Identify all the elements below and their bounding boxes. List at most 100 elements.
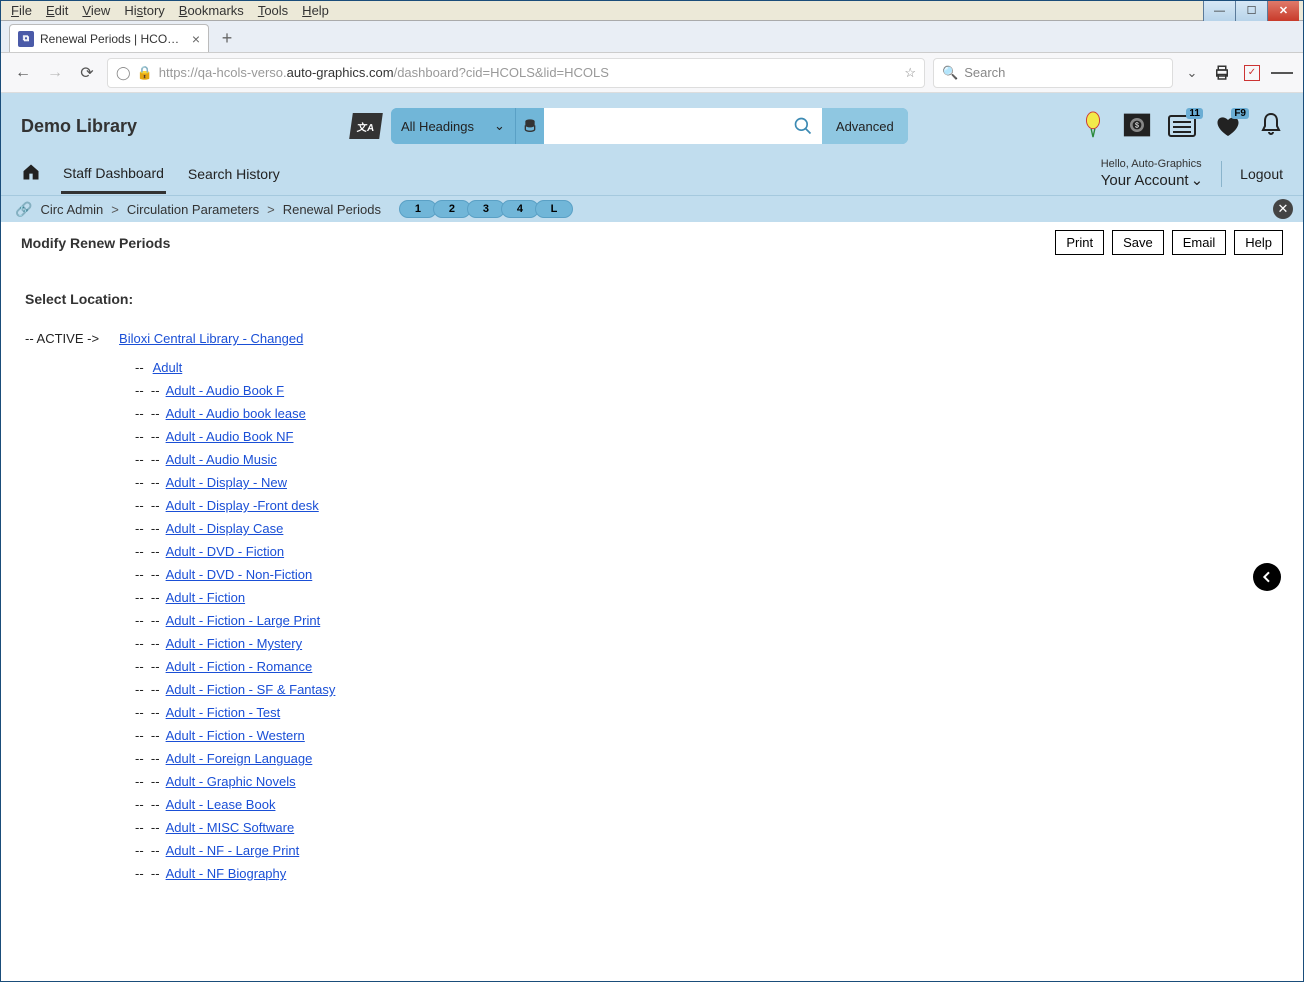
location-link[interactable]: Adult - Audio Music [166, 452, 277, 467]
location-link[interactable]: Adult - DVD - Fiction [166, 544, 284, 559]
location-link[interactable]: Adult - Fiction - Romance [166, 659, 313, 674]
menu-file[interactable]: File [5, 2, 38, 19]
location-link[interactable]: Adult - Fiction - Western [166, 728, 305, 743]
nav-staff-dashboard[interactable]: Staff Dashboard [61, 155, 166, 194]
location-link[interactable]: Adult - Fiction - SF & Fantasy [166, 682, 336, 697]
location-link[interactable]: Adult - NF - Large Print [166, 843, 300, 858]
svg-text:$: $ [1135, 122, 1139, 129]
database-icon[interactable] [516, 108, 544, 144]
location-item: -- --Adult - Fiction - SF & Fantasy [119, 678, 1279, 701]
menu-view[interactable]: View [76, 2, 116, 19]
menu-history[interactable]: History [118, 2, 170, 19]
location-link-adult[interactable]: Adult [153, 360, 183, 375]
news-list-icon[interactable]: 11 [1167, 112, 1197, 140]
email-button[interactable]: Email [1172, 230, 1227, 255]
location-item: -- --Adult - Fiction - Mystery [119, 632, 1279, 655]
new-tab-button[interactable]: + [215, 26, 239, 50]
close-panel-icon[interactable]: ✕ [1273, 199, 1293, 219]
menu-help[interactable]: Help [296, 2, 335, 19]
location-item: -- --Adult - Fiction - Test [119, 701, 1279, 724]
location-link[interactable]: Adult - Fiction - Mystery [166, 636, 303, 651]
save-button[interactable]: Save [1112, 230, 1164, 255]
lock-icon[interactable]: 🔒 [137, 65, 153, 81]
browser-tabstrip: ⧉ Renewal Periods | HCOLS | hcol × + [1, 21, 1303, 53]
browser-search-box[interactable]: 🔍 Search [933, 58, 1173, 88]
chevron-down-icon: ⌄ [494, 118, 505, 134]
root-location-link[interactable]: Biloxi Central Library - Changed [119, 331, 303, 346]
step-pill-2[interactable]: 2 [433, 200, 471, 218]
tab-favicon-icon: ⧉ [18, 31, 34, 47]
catalog-search-input[interactable] [544, 108, 784, 144]
pocket-icon[interactable]: ⌄ [1181, 62, 1203, 84]
location-item: -- --Adult - Audio book lease [119, 402, 1279, 425]
help-button[interactable]: Help [1234, 230, 1283, 255]
step-pill-1[interactable]: 1 [399, 200, 437, 218]
menu-tools[interactable]: Tools [252, 2, 294, 19]
url-text: https://qa-hcols-verso.auto-graphics.com… [159, 65, 899, 80]
step-pill-4[interactable]: 4 [501, 200, 539, 218]
logout-link[interactable]: Logout [1240, 166, 1283, 182]
location-link[interactable]: Adult - Lease Book [166, 797, 276, 812]
breadcrumb-circ-admin[interactable]: Circ Admin [40, 202, 103, 217]
side-panel-toggle-icon[interactable] [1253, 563, 1281, 591]
window-minimize-button[interactable]: — [1203, 1, 1235, 21]
scan-coin-icon[interactable]: $ [1123, 111, 1151, 142]
content-scroll-area[interactable]: Select Location: -- ACTIVE -> Biloxi Cen… [1, 263, 1303, 981]
location-link[interactable]: Adult - Display Case [166, 521, 284, 536]
print-icon[interactable] [1211, 62, 1233, 84]
language-icon[interactable]: 文A [349, 113, 383, 139]
page-header: Modify Renew Periods Print Save Email He… [1, 222, 1303, 263]
your-account-dropdown[interactable]: Your Account ⌄ [1101, 172, 1203, 190]
shield-icon[interactable]: ◯ [116, 65, 131, 81]
favorites-badge: F9 [1231, 108, 1249, 119]
tab-close-icon[interactable]: × [192, 31, 200, 47]
balloon-icon[interactable] [1079, 111, 1107, 142]
browser-tab[interactable]: ⧉ Renewal Periods | HCOLS | hcol × [9, 24, 209, 52]
location-link[interactable]: Adult - NF Biography [166, 866, 287, 881]
location-link[interactable]: Adult - Foreign Language [166, 751, 313, 766]
window-maximize-button[interactable]: ☐ [1235, 1, 1267, 21]
hamburger-menu-icon[interactable] [1271, 62, 1293, 84]
location-link[interactable]: Adult - Fiction - Large Print [166, 613, 321, 628]
location-item: -- --Adult - Audio Music [119, 448, 1279, 471]
location-link[interactable]: Adult - Graphic Novels [166, 774, 296, 789]
hello-text: Hello, Auto-Graphics [1101, 158, 1203, 171]
nav-reload-icon[interactable]: ⟳ [75, 61, 99, 85]
browser-toolbar: ← → ⟳ ◯ 🔒 https://qa-hcols-verso.auto-gr… [1, 53, 1303, 93]
location-link[interactable]: Adult - Fiction [166, 590, 245, 605]
window-close-button[interactable]: ✕ [1267, 1, 1299, 21]
nav-back-icon[interactable]: ← [11, 61, 35, 85]
headings-dropdown[interactable]: All Headings ⌄ [391, 108, 516, 144]
print-button[interactable]: Print [1055, 230, 1104, 255]
catalog-search-button[interactable] [784, 108, 822, 144]
location-link[interactable]: Adult - Audio Book NF [166, 429, 294, 444]
location-link[interactable]: Adult - MISC Software [166, 820, 295, 835]
url-bar[interactable]: ◯ 🔒 https://qa-hcols-verso.auto-graphics… [107, 58, 925, 88]
location-link[interactable]: Adult - Display -Front desk [166, 498, 319, 513]
step-pill-L[interactable]: L [535, 200, 573, 218]
location-link[interactable]: Adult - Audio book lease [166, 406, 306, 421]
bookmark-star-icon[interactable]: ☆ [904, 65, 916, 81]
favorites-heart-icon[interactable]: F9 [1213, 112, 1243, 140]
security-square-icon[interactable]: ✓ [1241, 62, 1263, 84]
location-item: -- --Adult - Audio Book NF [119, 425, 1279, 448]
breadcrumb-circulation-parameters[interactable]: Circulation Parameters [127, 202, 259, 217]
step-pill-3[interactable]: 3 [467, 200, 505, 218]
location-link[interactable]: Adult - DVD - Non-Fiction [166, 567, 313, 582]
notifications-bell-icon[interactable] [1259, 112, 1283, 141]
location-link[interactable]: Adult - Audio Book F [166, 383, 285, 398]
account-block: Hello, Auto-Graphics Your Account ⌄ [1101, 158, 1203, 189]
home-icon[interactable] [21, 162, 41, 187]
breadcrumb-renewal-periods[interactable]: Renewal Periods [283, 202, 381, 217]
location-list: -- Adult -- --Adult - Audio Book F-- --A… [119, 356, 1279, 885]
menu-bookmarks[interactable]: Bookmarks [173, 2, 250, 19]
location-link[interactable]: Adult - Fiction - Test [166, 705, 281, 720]
nav-search-history[interactable]: Search History [186, 156, 282, 192]
breadcrumb-bar: 🔗 Circ Admin > Circulation Parameters > … [1, 195, 1303, 222]
location-item: -- --Adult - NF - Large Print [119, 839, 1279, 862]
nav-forward-icon[interactable]: → [43, 61, 67, 85]
menu-edit[interactable]: Edit [40, 2, 74, 19]
location-link[interactable]: Adult - Display - New [166, 475, 287, 490]
advanced-search-button[interactable]: Advanced [822, 108, 908, 144]
tab-title: Renewal Periods | HCOLS | hcol [40, 32, 186, 46]
